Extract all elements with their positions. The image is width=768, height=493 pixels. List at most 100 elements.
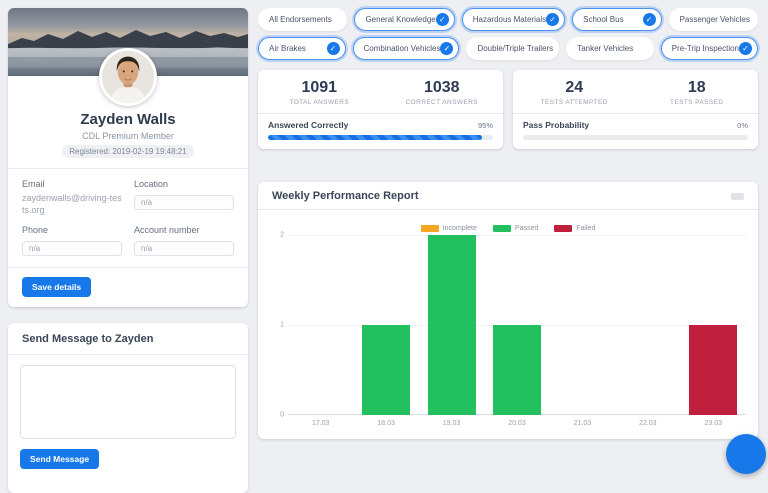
profile-name: Zayden Walls	[8, 111, 248, 128]
phone-label: Phone	[22, 225, 122, 235]
location-field[interactable]	[134, 195, 234, 210]
legend-swatch-incomplete	[421, 225, 439, 232]
endorsement-chip-tanker-vehicles[interactable]: Tanker Vehicles	[566, 37, 654, 60]
send-message-card: Send Message to Zayden Send Message	[8, 323, 248, 493]
endorsement-chip-label: Hazardous Materials	[473, 15, 546, 24]
endorsement-chip-hazardous-materials[interactable]: Hazardous Materials✓	[462, 8, 565, 31]
check-icon: ✓	[643, 13, 656, 26]
bar-slot-18.03	[353, 235, 418, 415]
answered-correctly-label: Answered Correctly	[268, 120, 348, 130]
bar-slot-20.03	[484, 235, 549, 415]
location-field-group: Location	[134, 179, 234, 216]
message-textarea[interactable]	[20, 365, 236, 439]
tests-attempted-stat: 24 TESTS ATTEMPTED	[513, 79, 636, 106]
chart-bars	[288, 235, 746, 415]
left-column: Zayden Walls CDL Premium Member Register…	[8, 8, 248, 493]
registered-badge: Registered: 2019-02-19 19:48:21	[62, 145, 193, 158]
x-tick-label: 19.03	[419, 420, 484, 427]
endorsement-chip-passenger-vehicles[interactable]: Passenger Vehicles	[669, 8, 758, 31]
endorsement-chip-air-brakes[interactable]: Air Brakes✓	[258, 37, 346, 60]
legend-item-incomplete[interactable]: Incomplete	[421, 224, 477, 232]
save-details-button[interactable]: Save details	[22, 277, 91, 297]
email-value: zaydenwalls@driving-tests.org	[22, 192, 122, 216]
stat-numbers: 24 TESTS ATTEMPTED 18 TESTS PASSED	[513, 70, 758, 113]
account-field-group: Account number	[134, 225, 234, 256]
pass-probability-label: Pass Probability	[523, 120, 589, 130]
progress-track	[268, 135, 493, 140]
total-answers-stat: 1091 TOTAL ANSWERS	[258, 79, 381, 106]
bar-passed-18.03	[362, 325, 410, 415]
legend-swatch-passed	[493, 225, 511, 232]
endorsement-chip-all-endorsements[interactable]: All Endorsements	[258, 8, 347, 31]
x-tick-label: 18.03	[353, 420, 418, 427]
tests-attempted-label: TESTS ATTEMPTED	[513, 99, 636, 106]
x-tick-label: 20.03	[484, 420, 549, 427]
x-tick-label: 23.03	[681, 420, 746, 427]
divider	[258, 209, 758, 210]
chips-row-1: All Endorsements General Knowledge✓ Hazard…	[258, 8, 758, 31]
chat-fab-button[interactable]	[726, 434, 766, 474]
check-icon: ✓	[739, 42, 752, 55]
bar-passed-19.03	[428, 235, 476, 415]
bar-slot-21.03	[550, 235, 615, 415]
stats-row: 1091 TOTAL ANSWERS 1038 CORRECT ANSWERS …	[258, 70, 758, 149]
endorsement-chip-combination-vehicles[interactable]: Combination Vehicles✓	[353, 37, 460, 60]
answered-correctly-percent: 95%	[478, 121, 493, 130]
x-axis-labels: 17.0318.0319.0320.0321.0322.0323.03	[288, 420, 746, 427]
email-label: Email	[22, 179, 122, 189]
location-label: Location	[134, 179, 234, 189]
check-icon: ✓	[327, 42, 340, 55]
progress-track	[523, 135, 748, 140]
bar-slot-19.03	[419, 235, 484, 415]
pass-probability-percent: 0%	[737, 121, 748, 130]
check-icon: ✓	[440, 42, 453, 55]
stat-numbers: 1091 TOTAL ANSWERS 1038 CORRECT ANSWERS	[258, 70, 503, 113]
tests-stat-card: 24 TESTS ATTEMPTED 18 TESTS PASSED Pass …	[513, 70, 758, 149]
right-column: All Endorsements General Knowledge✓ Hazard…	[258, 8, 758, 439]
endorsement-chip-label: Passenger Vehicles	[680, 15, 750, 24]
divider	[8, 354, 248, 355]
endorsement-chip-label: Double/Triple Trailers	[477, 44, 553, 53]
phone-field-group: Phone	[22, 225, 122, 256]
chart-header: Weekly Performance Report	[258, 182, 758, 209]
phone-field[interactable]	[22, 241, 122, 256]
legend-label: Failed	[576, 225, 595, 232]
bar-slot-23.03	[681, 235, 746, 415]
email-field-group: Email zaydenwalls@driving-tests.org	[22, 179, 122, 216]
chips-row-2: Air Brakes✓ Combination Vehicles✓ Double/T…	[258, 37, 758, 60]
account-number-field[interactable]	[134, 241, 234, 256]
tests-passed-stat: 18 TESTS PASSED	[636, 79, 759, 106]
profile-card-footer: Save details	[8, 268, 248, 307]
endorsement-chips: All Endorsements General Knowledge✓ Hazard…	[258, 8, 758, 60]
endorsement-chip-general-knowledge[interactable]: General Knowledge✓	[354, 8, 454, 31]
send-message-title: Send Message to Zayden	[8, 323, 248, 354]
weekly-performance-card: Weekly Performance Report Incomplete Pass…	[258, 182, 758, 439]
correct-answers-stat: 1038 CORRECT ANSWERS	[381, 79, 504, 106]
chart-plot-area: 012	[288, 235, 746, 415]
endorsement-chip-school-bus[interactable]: School Bus✓	[572, 8, 661, 31]
send-message-button[interactable]: Send Message	[20, 449, 99, 469]
endorsement-chip-double-triple-trailers[interactable]: Double/Triple Trailers	[466, 37, 559, 60]
x-tick-label: 22.03	[615, 420, 680, 427]
tests-attempted-value: 24	[513, 79, 636, 97]
y-tick-label: 2	[272, 232, 284, 239]
legend-label: Passed	[515, 225, 538, 232]
y-tick-label: 1	[272, 322, 284, 329]
endorsement-chip-label: Tanker Vehicles	[577, 44, 633, 53]
x-tick-label: 17.03	[288, 420, 353, 427]
chart-menu-icon[interactable]	[731, 193, 744, 200]
chart-legend: Incomplete Passed Failed	[258, 224, 758, 232]
endorsement-chip-label: Pre-Trip Inspection	[672, 44, 739, 53]
correct-answers-label: CORRECT ANSWERS	[381, 99, 504, 106]
bar-passed-20.03	[493, 325, 541, 415]
legend-label: Incomplete	[443, 225, 477, 232]
legend-item-passed[interactable]: Passed	[493, 224, 538, 232]
chart-title: Weekly Performance Report	[272, 190, 419, 202]
pass-probability-section: Pass Probability 0%	[513, 114, 758, 149]
endorsement-chip-label: All Endorsements	[269, 15, 332, 24]
legend-item-failed[interactable]: Failed	[554, 224, 595, 232]
bar-slot-22.03	[615, 235, 680, 415]
endorsement-chip-pre-trip-inspection[interactable]: Pre-Trip Inspection✓	[661, 37, 758, 60]
profile-card: Zayden Walls CDL Premium Member Register…	[8, 8, 248, 307]
answers-stat-card: 1091 TOTAL ANSWERS 1038 CORRECT ANSWERS …	[258, 70, 503, 149]
